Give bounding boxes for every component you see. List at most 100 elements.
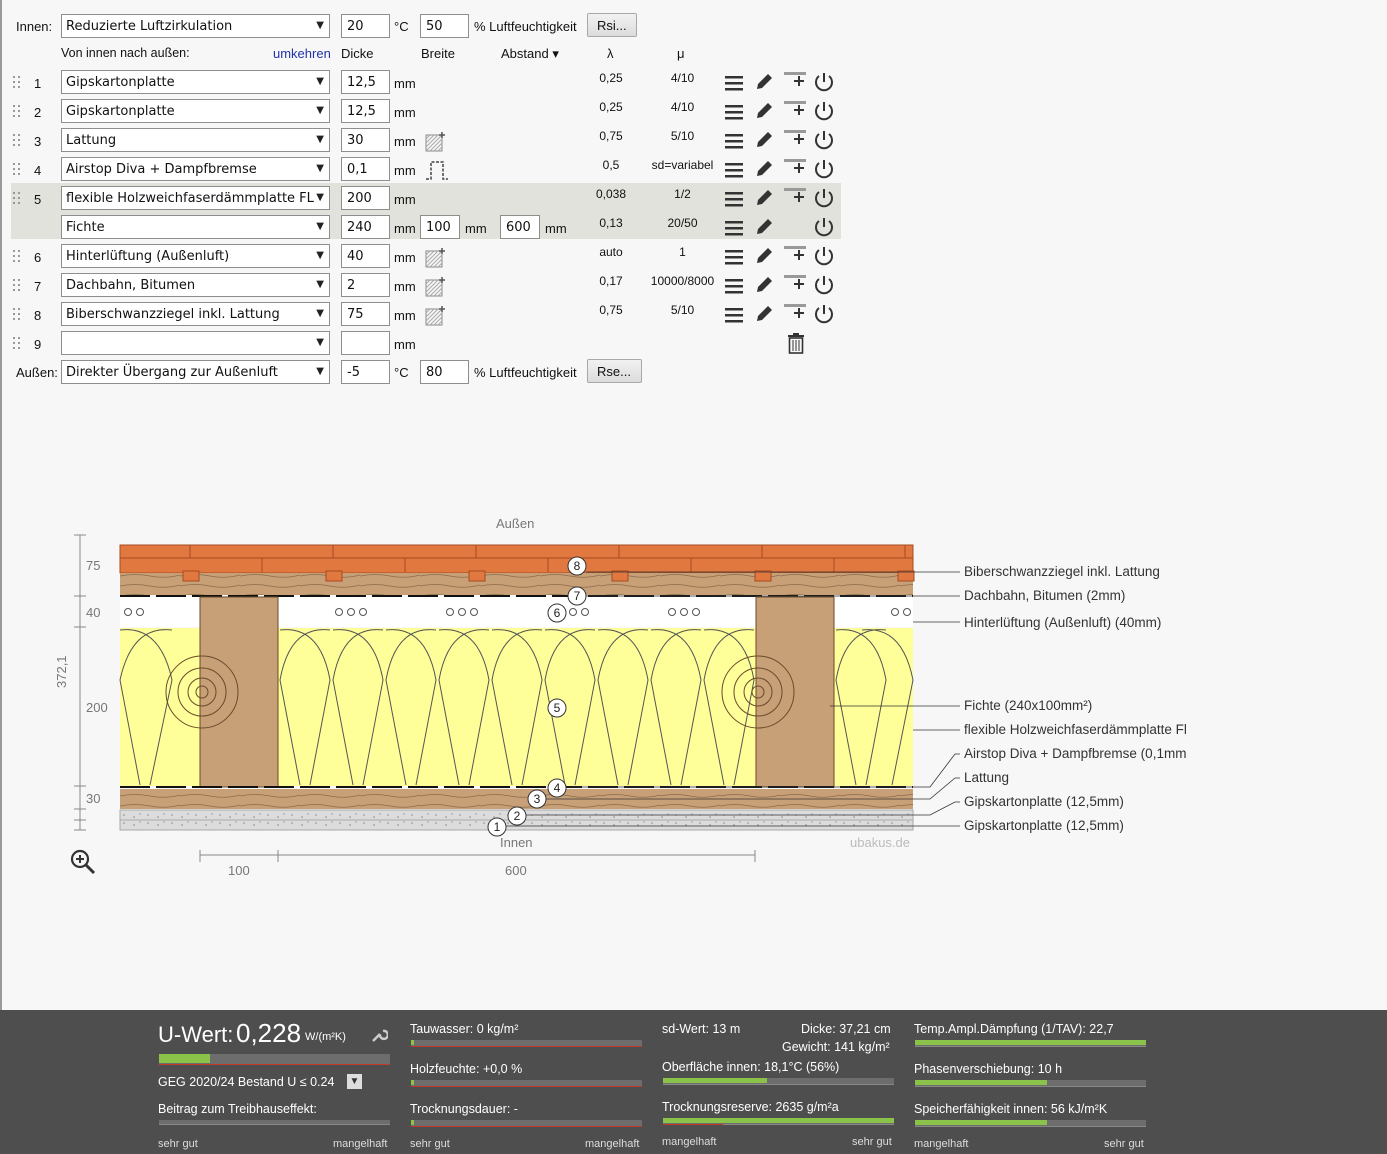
layer-mu: 1/2 bbox=[674, 187, 691, 201]
edit-pencil-icon[interactable] bbox=[754, 188, 774, 208]
add-layer-icon[interactable] bbox=[783, 301, 809, 321]
drag-handle-icon[interactable] bbox=[13, 250, 23, 262]
layer-thickness-input[interactable]: 12,5 bbox=[341, 99, 390, 123]
inside-label: Innen: bbox=[16, 19, 53, 34]
add-layer-icon[interactable] bbox=[783, 185, 809, 205]
edit-pencil-icon[interactable] bbox=[754, 275, 774, 295]
outside-temp-input[interactable]: -5 bbox=[341, 360, 390, 384]
geg-dropdown-icon[interactable]: ▼ bbox=[347, 1074, 362, 1089]
add-layer-icon[interactable] bbox=[783, 127, 809, 147]
width-header: Breite bbox=[421, 46, 455, 61]
add-layer-icon[interactable] bbox=[783, 98, 809, 118]
edit-pencil-icon[interactable] bbox=[754, 72, 774, 92]
layer-spacing-input[interactable]: 600 bbox=[500, 215, 540, 239]
drag-handle-icon[interactable] bbox=[13, 308, 23, 320]
rsi-button[interactable]: Rsi... bbox=[587, 13, 637, 37]
layer-material-select[interactable]: Airstop Diva + Dampfbremse ▼ bbox=[61, 157, 330, 181]
drag-handle-icon[interactable] bbox=[13, 192, 23, 204]
power-toggle-icon[interactable] bbox=[813, 158, 835, 180]
menu-icon[interactable] bbox=[724, 277, 744, 295]
inhomogeneous-layer-icon[interactable] bbox=[425, 305, 447, 327]
drag-handle-icon[interactable] bbox=[13, 337, 23, 349]
layer-material-select[interactable]: Biberschwanzziegel inkl. Lattung ▼ bbox=[61, 302, 330, 326]
outside-humidity-input[interactable]: 80 bbox=[420, 360, 469, 384]
drag-handle-icon[interactable] bbox=[13, 163, 23, 175]
scale-good-3: sehr gut bbox=[852, 1136, 892, 1148]
gewicht-label: Gewicht: 141 kg/m² bbox=[782, 1040, 890, 1054]
layer-thickness-input[interactable]: 12,5 bbox=[341, 70, 390, 94]
layer-thickness-input[interactable]: 2 bbox=[341, 273, 390, 297]
menu-icon[interactable] bbox=[724, 132, 744, 150]
drag-handle-icon[interactable] bbox=[13, 279, 23, 291]
layer-material-value: Airstop Diva + Dampfbremse bbox=[66, 162, 257, 177]
add-layer-icon[interactable] bbox=[783, 243, 809, 263]
inside-climate-select[interactable]: Reduzierte Luftzirkulation ▼ bbox=[61, 14, 330, 38]
layer-thickness-input[interactable]: 30 bbox=[341, 128, 390, 152]
layer-material-select[interactable]: ▼ bbox=[61, 331, 330, 355]
zoom-in-icon[interactable] bbox=[70, 849, 96, 875]
layer-material-select[interactable]: Gipskartonplatte ▼ bbox=[61, 99, 330, 123]
drag-handle-icon[interactable] bbox=[13, 76, 23, 88]
edit-pencil-icon[interactable] bbox=[754, 304, 774, 324]
spacing-header[interactable]: Abstand ▾ bbox=[501, 46, 559, 62]
outside-climate-select[interactable]: Direkter Übergang zur Außenluft ▼ bbox=[61, 360, 330, 384]
power-toggle-icon[interactable] bbox=[813, 187, 835, 209]
layer-thickness-input[interactable]: 40 bbox=[341, 244, 390, 268]
menu-icon[interactable] bbox=[724, 248, 744, 266]
diagram-label-gypsum-2: Gipskartonplatte (12,5mm) bbox=[964, 794, 1124, 809]
layer-material-select[interactable]: flexible Holzweichfaserdämmplatte FL ▼ bbox=[61, 186, 330, 210]
menu-icon[interactable] bbox=[724, 161, 744, 179]
wrench-icon[interactable] bbox=[370, 1026, 388, 1044]
uwert-value: 0,228 bbox=[236, 1018, 302, 1048]
inside-temp-input[interactable]: 20 bbox=[341, 14, 390, 38]
layer-material-select[interactable]: Gipskartonplatte ▼ bbox=[61, 70, 330, 94]
layer-thickness-input[interactable]: 240 bbox=[341, 215, 390, 239]
inhomogeneous-layer-icon[interactable] bbox=[425, 131, 447, 153]
drag-handle-icon[interactable] bbox=[13, 105, 23, 117]
layer-material-select[interactable]: Hinterlüftung (Außenluft) ▼ bbox=[61, 244, 330, 268]
edit-pencil-icon[interactable] bbox=[754, 101, 774, 121]
inside-humidity-input[interactable]: 50 bbox=[420, 14, 469, 38]
layer-thickness-input[interactable]: 0,1 bbox=[341, 157, 390, 181]
drag-handle-icon[interactable] bbox=[13, 134, 23, 146]
layer-width-input[interactable]: 100 bbox=[420, 215, 460, 239]
add-layer-icon[interactable] bbox=[783, 272, 809, 292]
rafter-left bbox=[199, 596, 279, 788]
add-layer-icon[interactable] bbox=[783, 156, 809, 176]
layer-thickness-input[interactable]: 75 bbox=[341, 302, 390, 326]
layer-material-value: Gipskartonplatte bbox=[66, 104, 175, 119]
menu-icon[interactable] bbox=[724, 306, 744, 324]
rse-button[interactable]: Rse... bbox=[587, 359, 642, 383]
edit-pencil-icon[interactable] bbox=[754, 130, 774, 150]
menu-icon[interactable] bbox=[724, 103, 744, 121]
power-toggle-icon[interactable] bbox=[813, 129, 835, 151]
edit-pencil-icon[interactable] bbox=[754, 246, 774, 266]
add-layer-icon[interactable] bbox=[783, 69, 809, 89]
layer-thickness-unit: mm bbox=[394, 163, 416, 178]
layer-thickness-input[interactable]: 200 bbox=[341, 186, 390, 210]
power-toggle-icon[interactable] bbox=[813, 245, 835, 267]
layer-material-select[interactable]: Fichte ▼ bbox=[61, 215, 330, 239]
power-toggle-icon[interactable] bbox=[813, 274, 835, 296]
layer-material-select[interactable]: Lattung ▼ bbox=[61, 128, 330, 152]
reverse-link[interactable]: umkehren bbox=[273, 46, 331, 61]
menu-icon[interactable] bbox=[724, 190, 744, 208]
power-toggle-icon[interactable] bbox=[813, 71, 835, 93]
power-toggle-icon[interactable] bbox=[813, 216, 835, 238]
trash-icon[interactable] bbox=[786, 332, 806, 354]
layer-thickness-input[interactable] bbox=[341, 331, 390, 355]
inhomogeneous-layer-icon[interactable] bbox=[425, 276, 447, 298]
power-toggle-icon[interactable] bbox=[813, 303, 835, 325]
edit-pencil-icon[interactable] bbox=[754, 217, 774, 237]
power-toggle-icon[interactable] bbox=[813, 100, 835, 122]
membrane-profile-icon[interactable] bbox=[425, 159, 449, 181]
menu-icon[interactable] bbox=[724, 74, 744, 92]
inhomogeneous-layer-icon[interactable] bbox=[425, 247, 447, 269]
scale-bad-4: mangelhaft bbox=[914, 1138, 969, 1150]
outside-label: Außen: bbox=[16, 365, 58, 380]
layer-material-select[interactable]: Dachbahn, Bitumen ▼ bbox=[61, 273, 330, 297]
scale-bad-1: mangelhaft bbox=[333, 1138, 388, 1150]
scale-good-1: sehr gut bbox=[158, 1138, 198, 1150]
menu-icon[interactable] bbox=[724, 219, 744, 237]
edit-pencil-icon[interactable] bbox=[754, 159, 774, 179]
